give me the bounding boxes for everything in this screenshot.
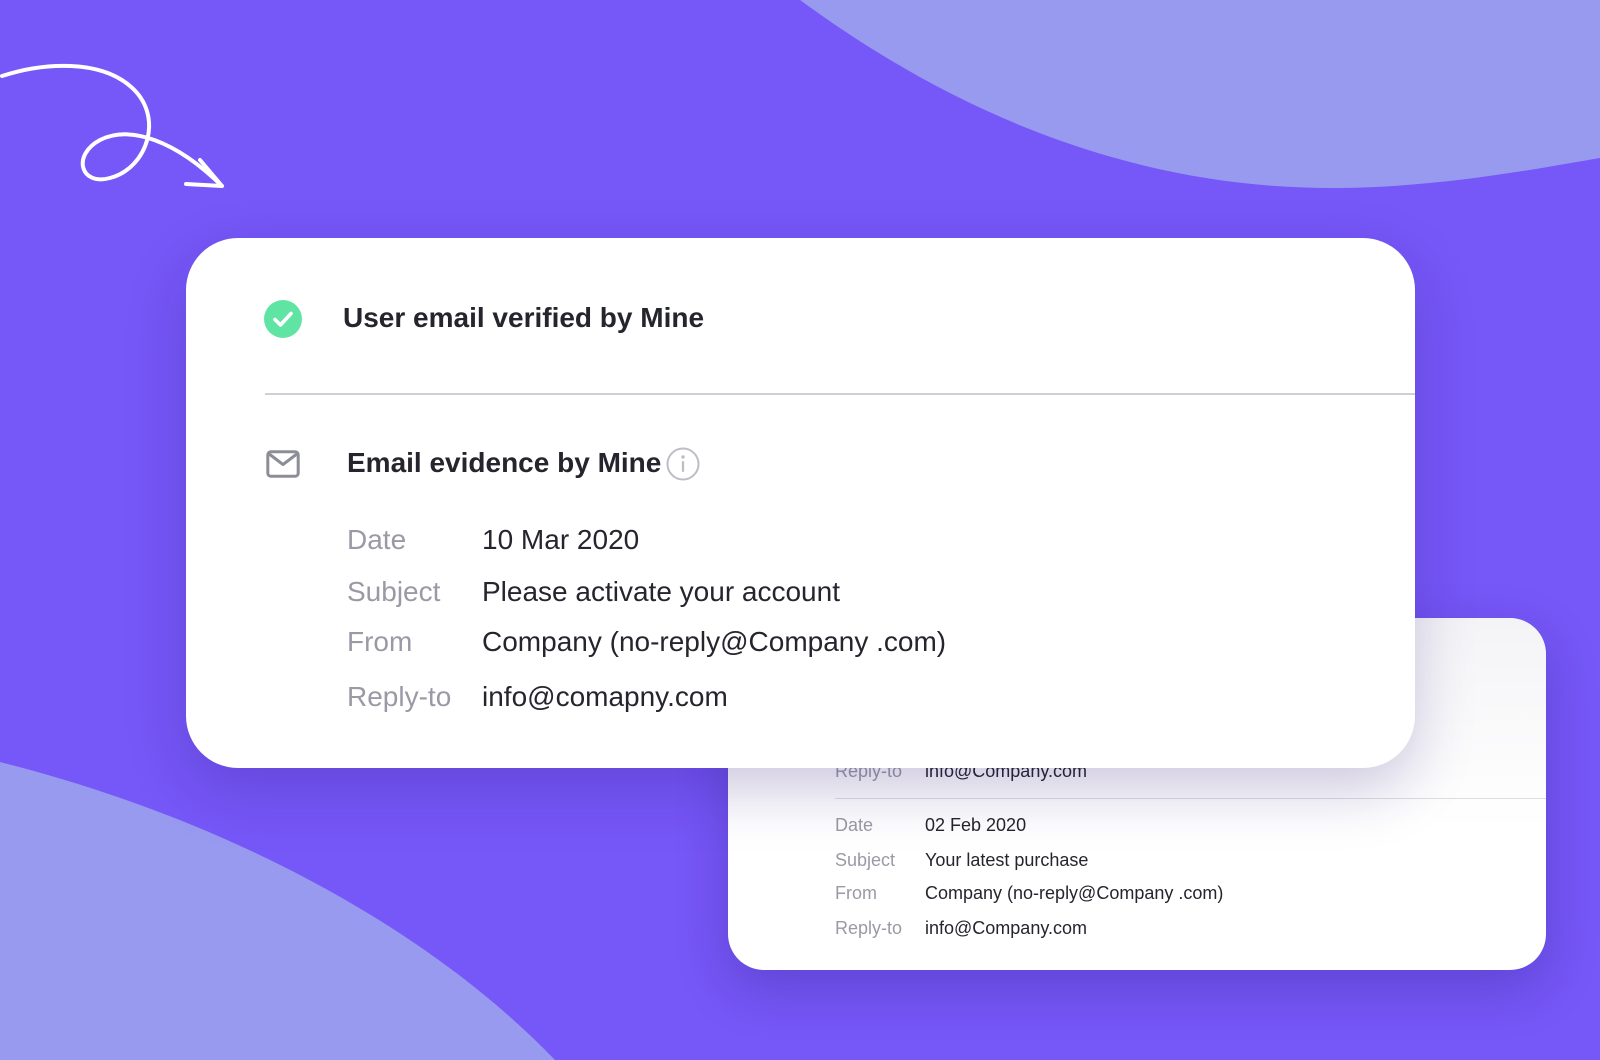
field-row-reply-to: Reply-to info@comapny.com bbox=[347, 679, 728, 715]
back-divider bbox=[835, 798, 1546, 799]
field-value: info@Company.com bbox=[925, 918, 1087, 938]
field-label: Subject bbox=[835, 850, 896, 870]
envelope-icon bbox=[266, 450, 300, 478]
field-label: Reply-to bbox=[347, 681, 452, 712]
curly-arrow-icon bbox=[0, 63, 224, 188]
field-value: 02 Feb 2020 bbox=[925, 815, 1027, 835]
field-row-from: From Company (no-reply@Company .com) bbox=[347, 624, 946, 660]
back-field-row-date: Date 02 Feb 2020 bbox=[835, 814, 1026, 836]
field-label: Subject bbox=[347, 576, 441, 607]
field-value: Please activate your account bbox=[482, 576, 840, 607]
back-field-row-from: From Company (no-reply@Company .com) bbox=[835, 882, 1223, 904]
field-label: Date bbox=[835, 815, 874, 835]
field-value: info@comapny.com bbox=[482, 681, 728, 712]
field-value: Your latest purchase bbox=[925, 850, 1089, 870]
field-label: From bbox=[835, 883, 877, 903]
field-row-date: Date 10 Mar 2020 bbox=[347, 522, 639, 558]
field-label: From bbox=[347, 626, 413, 657]
section-divider bbox=[265, 393, 1415, 395]
field-label: Date bbox=[347, 524, 407, 555]
verified-title: User email verified by Mine bbox=[343, 302, 705, 333]
field-label: Reply-to bbox=[835, 918, 903, 938]
check-circle-icon bbox=[264, 300, 302, 338]
back-field-row-subject: Subject Your latest purchase bbox=[835, 849, 1088, 871]
field-row-subject: Subject Please activate your account bbox=[347, 574, 840, 610]
evidence-title: Email evidence by Mine bbox=[347, 447, 662, 478]
field-value: 10 Mar 2020 bbox=[482, 524, 640, 555]
verification-card: User email verified by Mine Email eviden… bbox=[186, 238, 1415, 768]
back-field-row-reply-to: Reply-to info@Company.com bbox=[835, 917, 1087, 939]
field-value: Company (no-reply@Company .com) bbox=[482, 626, 947, 657]
info-icon[interactable] bbox=[666, 447, 700, 481]
field-value: Company (no-reply@Company .com) bbox=[925, 883, 1224, 903]
top-right-blob bbox=[800, 0, 1600, 189]
bottom-left-blob bbox=[0, 762, 555, 1060]
